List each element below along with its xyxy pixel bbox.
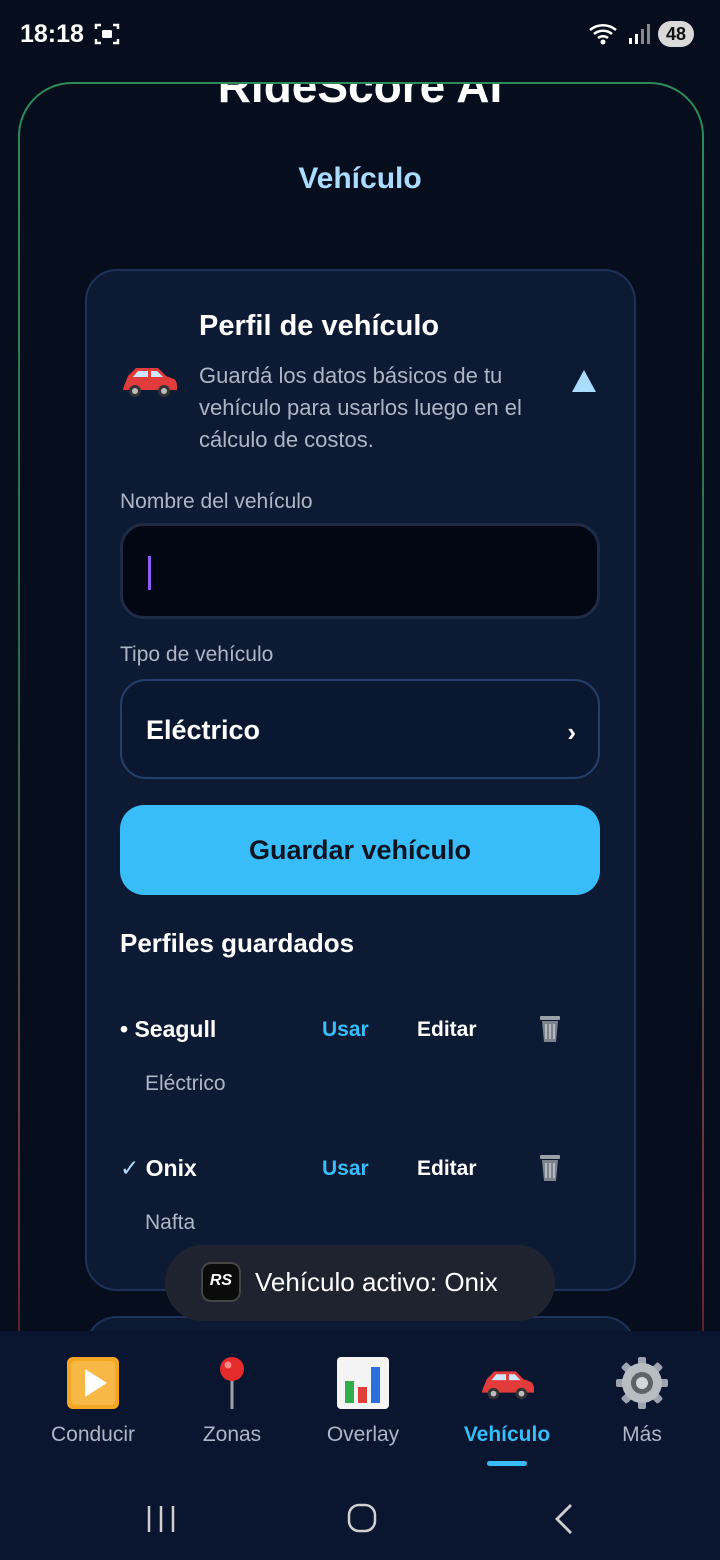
save-vehicle-button[interactable]: Guardar vehículo bbox=[120, 805, 600, 895]
tab-mas[interactable]: Más bbox=[582, 1351, 702, 1461]
profile-type: Eléctrico bbox=[145, 1072, 226, 1095]
status-bar: 18:18 48 bbox=[0, 0, 720, 70]
text-cursor bbox=[148, 556, 151, 590]
toast-text: Vehículo activo: Onix bbox=[255, 1267, 498, 1297]
saved-profiles-title: Perfiles guardados bbox=[120, 928, 355, 958]
vehicle-type-select[interactable]: Eléctrico › bbox=[120, 679, 600, 779]
bar-chart-icon bbox=[337, 1357, 389, 1409]
profile-name-active: ✓ Onix bbox=[120, 1155, 197, 1181]
gear-icon bbox=[616, 1357, 668, 1409]
back-icon[interactable] bbox=[552, 1502, 576, 1536]
app-name: RideScore AI bbox=[217, 84, 503, 112]
home-icon[interactable] bbox=[346, 1502, 378, 1534]
use-profile-button[interactable]: Usar bbox=[322, 1157, 369, 1181]
play-icon bbox=[67, 1357, 119, 1409]
battery-indicator: 48 bbox=[657, 21, 694, 47]
edit-profile-button[interactable]: Editar bbox=[417, 1157, 477, 1181]
app-logo: RS bbox=[201, 1262, 241, 1302]
tab-zonas[interactable]: Zonas bbox=[172, 1351, 292, 1461]
car-icon bbox=[481, 1371, 535, 1400]
tab-vehiculo[interactable]: Vehículo bbox=[447, 1351, 567, 1466]
chevron-right-icon: › bbox=[567, 717, 576, 747]
tab-overlay[interactable]: Overlay bbox=[303, 1351, 423, 1461]
profile-name: • Seagull bbox=[120, 1016, 217, 1042]
collapse-caret-icon[interactable] bbox=[572, 370, 596, 392]
profile-type: Nafta bbox=[145, 1211, 196, 1234]
section-title: Vehículo bbox=[298, 162, 422, 195]
active-tab-indicator bbox=[487, 1461, 527, 1466]
vehicle-name-input[interactable] bbox=[120, 523, 600, 619]
recent-apps-icon[interactable] bbox=[146, 1504, 176, 1534]
profile-title: Perfil de vehículo bbox=[199, 310, 440, 342]
car-icon bbox=[123, 368, 177, 397]
wifi-icon bbox=[589, 23, 617, 45]
vehicle-type-value: Eléctrico bbox=[146, 715, 261, 745]
status-time: 18:18 bbox=[20, 20, 84, 48]
profile-description: Guardá los datos básicos de tu vehículo … bbox=[199, 363, 522, 452]
vehicle-type-label: Tipo de vehículo bbox=[120, 643, 274, 666]
trash-icon[interactable] bbox=[537, 1012, 563, 1044]
pin-icon bbox=[220, 1357, 244, 1409]
use-profile-button[interactable]: Usar bbox=[322, 1018, 369, 1042]
screen-record-icon bbox=[94, 23, 120, 45]
system-navigation-bar bbox=[0, 1480, 720, 1560]
tab-conducir[interactable]: Conducir bbox=[33, 1351, 153, 1461]
vehicle-name-label: Nombre del vehículo bbox=[120, 490, 313, 513]
toast-message: RS Vehículo activo: Onix bbox=[165, 1245, 555, 1321]
signal-icon bbox=[628, 24, 650, 44]
trash-icon[interactable] bbox=[537, 1151, 563, 1183]
edit-profile-button[interactable]: Editar bbox=[417, 1018, 477, 1042]
